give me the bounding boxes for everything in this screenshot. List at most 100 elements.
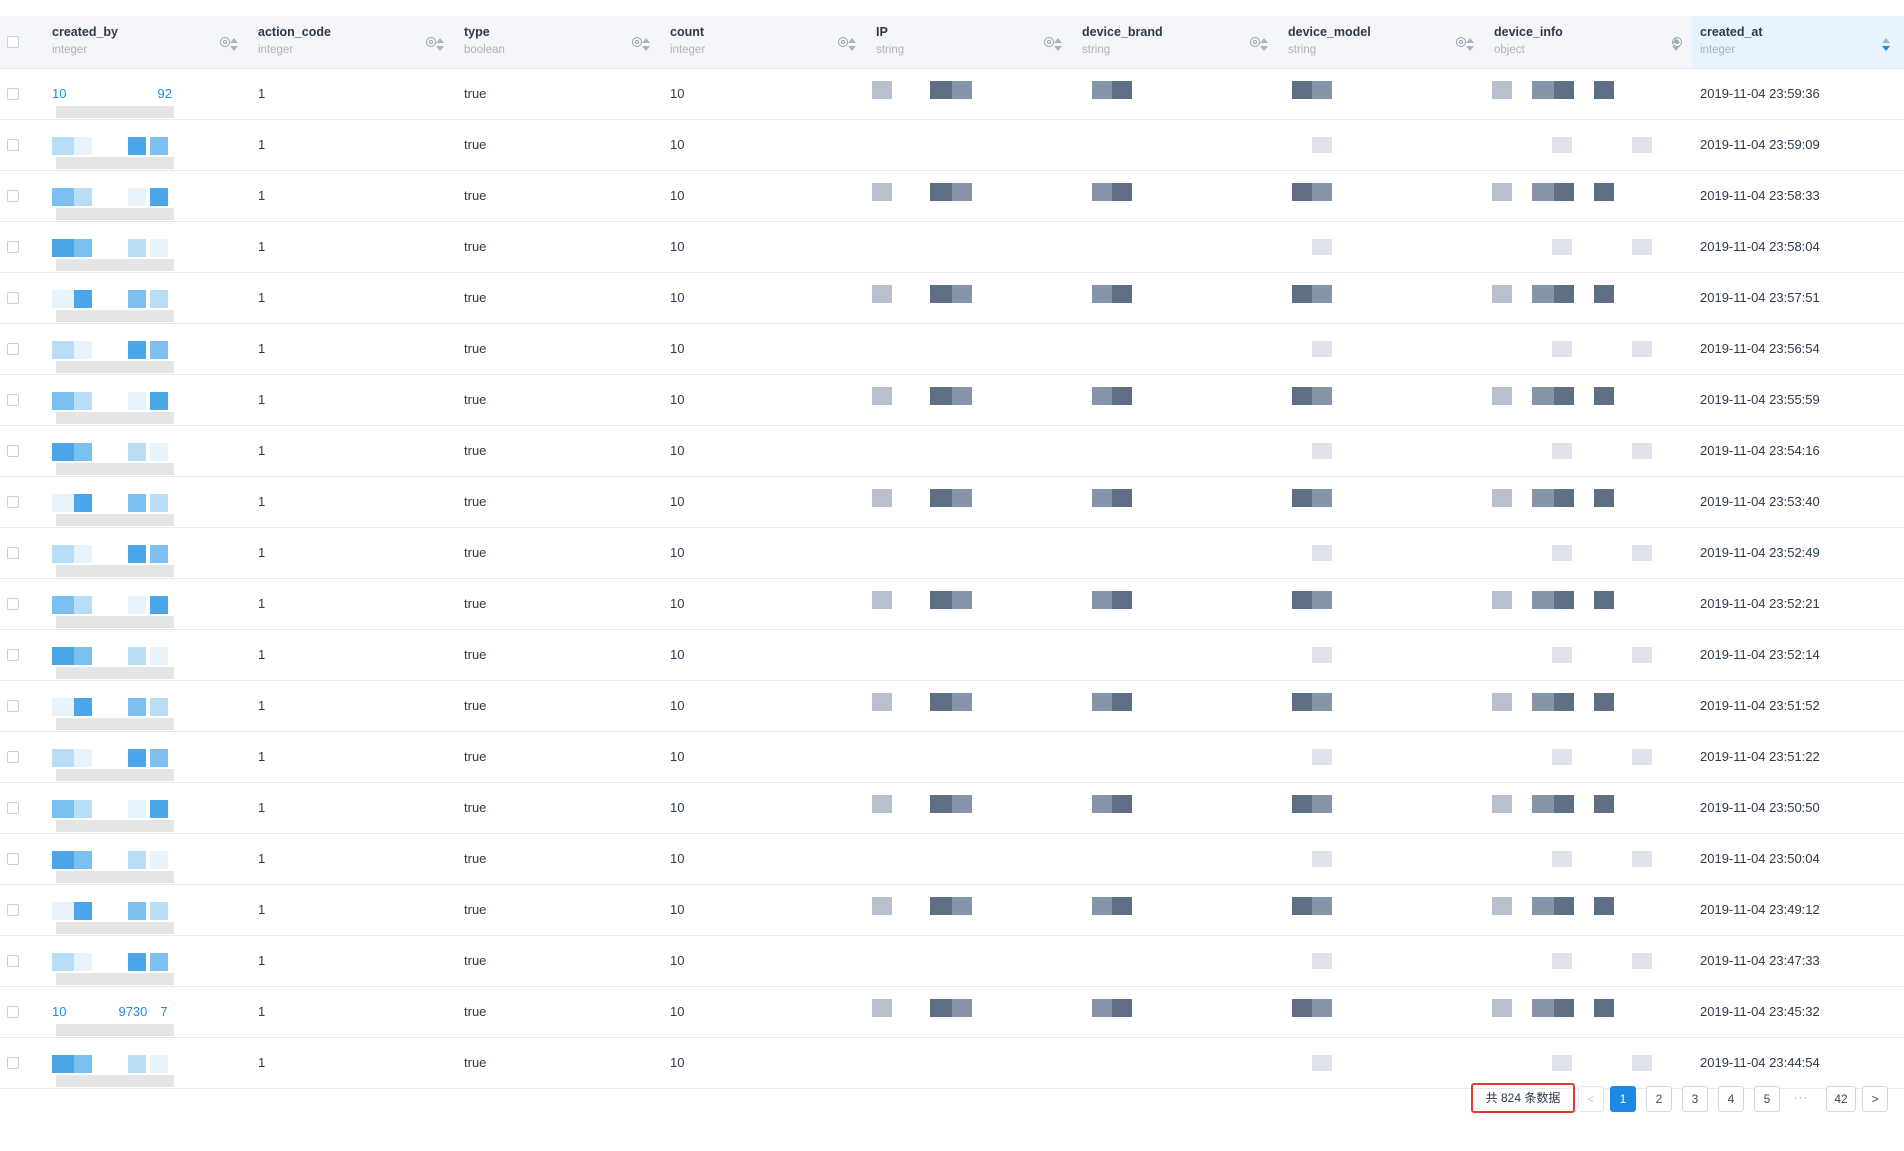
row-checkbox[interactable] <box>7 88 19 100</box>
table-row[interactable]: 1 true 10 2019-11-04 23:54:16 <box>0 426 1904 477</box>
pagination-ellipsis[interactable]: ··· <box>1788 1086 1814 1112</box>
row-checkbox[interactable] <box>7 139 19 151</box>
row-checkbox[interactable] <box>7 190 19 202</box>
table-row[interactable]: 1 true 10 2019-11-04 23:51:52 <box>0 681 1904 732</box>
sort-icon[interactable] <box>1260 38 1268 52</box>
cell-type: true <box>464 392 487 407</box>
page-button-3[interactable]: 3 <box>1682 1086 1708 1112</box>
data-table: created_by integer action_code integer type b… <box>0 16 1904 1089</box>
table-row[interactable]: 1 true 10 2019-11-04 23:44:54 <box>0 1038 1904 1089</box>
table-row[interactable]: 1 true 10 2019-11-04 23:55:59 <box>0 375 1904 426</box>
row-checkbox[interactable] <box>7 496 19 508</box>
redaction-block <box>52 188 74 206</box>
column-settings-icon[interactable] <box>426 37 436 47</box>
redaction-block <box>872 387 892 405</box>
redaction-block <box>872 489 892 507</box>
redaction-block <box>872 81 892 99</box>
redaction-block <box>1292 591 1312 609</box>
table-row[interactable]: 1 true 10 2019-11-04 23:58:04 <box>0 222 1904 273</box>
cell-count: 10 <box>670 86 685 101</box>
sort-icon[interactable] <box>436 38 444 52</box>
page-button-2[interactable]: 2 <box>1646 1086 1672 1112</box>
page-button-5[interactable]: 5 <box>1754 1086 1780 1112</box>
table-row[interactable]: 1 true 10 2019-11-04 23:59:09 <box>0 120 1904 171</box>
next-page-button[interactable]: > <box>1862 1086 1888 1112</box>
table-row[interactable]: 10 9730 7 1 true 10 2019-11-04 23:45:32 <box>0 987 1904 1038</box>
column-header-device-info[interactable]: device_info object <box>1456 16 1700 68</box>
row-checkbox[interactable] <box>7 241 19 253</box>
redaction-block <box>1112 285 1132 303</box>
redaction-block <box>128 392 146 410</box>
table-row[interactable]: 1 true 10 2019-11-04 23:50:50 <box>0 783 1904 834</box>
table-row[interactable]: 1 true 10 2019-11-04 23:51:22 <box>0 732 1904 783</box>
redaction-block <box>150 239 168 257</box>
table-row[interactable]: 1 true 10 2019-11-04 23:56:54 <box>0 324 1904 375</box>
row-checkbox[interactable] <box>7 700 19 712</box>
row-checkbox[interactable] <box>7 955 19 967</box>
redaction-block <box>1112 183 1132 201</box>
cell-count: 10 <box>670 188 685 203</box>
table-row[interactable]: 1 true 10 2019-11-04 23:49:12 <box>0 885 1904 936</box>
table-row[interactable]: 1 true 10 2019-11-04 23:52:49 <box>0 528 1904 579</box>
column-settings-icon[interactable] <box>1250 37 1260 47</box>
cell-count: 10 <box>670 647 685 662</box>
sort-icon[interactable] <box>1054 38 1062 52</box>
table-row[interactable]: 1 true 10 2019-11-04 23:53:40 <box>0 477 1904 528</box>
cell-action-code: 1 <box>258 953 266 968</box>
row-checkbox[interactable] <box>7 751 19 763</box>
row-checkbox[interactable] <box>7 394 19 406</box>
column-settings-icon[interactable] <box>632 37 642 47</box>
cell-type: true <box>464 902 487 917</box>
row-checkbox[interactable] <box>7 598 19 610</box>
sort-icon[interactable] <box>230 38 238 52</box>
cell-action-code: 1 <box>258 188 266 203</box>
column-settings-icon[interactable] <box>1044 37 1054 47</box>
page-button-4[interactable]: 4 <box>1718 1086 1744 1112</box>
redaction-block <box>1092 693 1114 711</box>
redaction-block <box>952 999 972 1017</box>
column-header-created-at[interactable]: created_at integer <box>1672 16 1904 68</box>
sort-icon[interactable] <box>1882 38 1890 52</box>
sort-icon[interactable] <box>848 38 856 52</box>
cell-created-at: 2019-11-04 23:50:50 <box>1700 800 1820 815</box>
table-row[interactable]: 1 true 10 2019-11-04 23:50:04 <box>0 834 1904 885</box>
row-checkbox[interactable] <box>7 343 19 355</box>
prev-page-button[interactable]: < <box>1578 1086 1604 1112</box>
column-settings-icon[interactable] <box>838 37 848 47</box>
cell-action-code: 1 <box>258 851 266 866</box>
page-button-last[interactable]: 42 <box>1826 1086 1856 1112</box>
row-checkbox[interactable] <box>7 292 19 304</box>
redaction-block <box>128 647 146 665</box>
redaction-block <box>1292 897 1312 915</box>
redaction-block <box>52 902 74 920</box>
select-all-checkbox[interactable] <box>7 36 19 48</box>
column-settings-icon[interactable] <box>220 37 230 47</box>
column-settings-icon[interactable] <box>1456 37 1466 47</box>
table-row[interactable]: 10 92 1 true 10 2019-11-04 23:59:36 <box>0 69 1904 120</box>
row-checkbox[interactable] <box>7 547 19 559</box>
table-row[interactable]: 1 true 10 2019-11-04 23:58:33 <box>0 171 1904 222</box>
row-checkbox[interactable] <box>7 445 19 457</box>
row-checkbox[interactable] <box>7 853 19 865</box>
redaction-block <box>930 387 952 405</box>
table-row[interactable]: 1 true 10 2019-11-04 23:57:51 <box>0 273 1904 324</box>
cell-action-code: 1 <box>258 443 266 458</box>
table-row[interactable]: 1 true 10 2019-11-04 23:52:14 <box>0 630 1904 681</box>
row-checkbox[interactable] <box>7 1006 19 1018</box>
redaction-block <box>52 800 74 818</box>
row-checkbox[interactable] <box>7 649 19 661</box>
row-checkbox[interactable] <box>7 904 19 916</box>
sort-icon[interactable] <box>1466 38 1474 52</box>
row-checkbox[interactable] <box>7 802 19 814</box>
redaction-block <box>1632 545 1652 561</box>
column-settings-icon[interactable] <box>1672 37 1682 47</box>
row-checkbox[interactable] <box>7 1057 19 1069</box>
table-row[interactable]: 1 true 10 2019-11-04 23:52:21 <box>0 579 1904 630</box>
table-row[interactable]: 1 true 10 2019-11-04 23:47:33 <box>0 936 1904 987</box>
cell-count: 10 <box>670 494 685 509</box>
redaction-block <box>1092 897 1114 915</box>
redaction-block <box>1112 897 1132 915</box>
redaction-block <box>1312 285 1332 303</box>
page-button-1[interactable]: 1 <box>1610 1086 1636 1112</box>
sort-icon[interactable] <box>642 38 650 52</box>
